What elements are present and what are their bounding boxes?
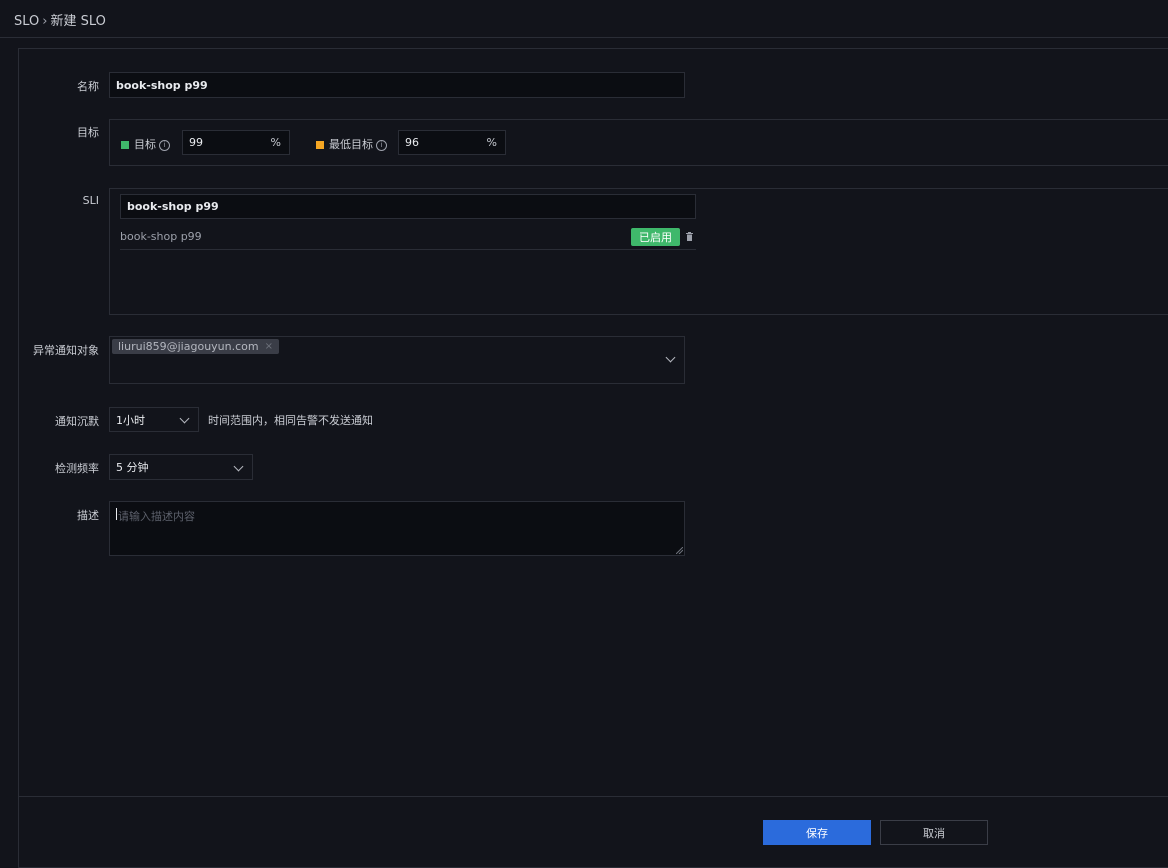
form-panel: 名称 book-shop p99 目标 目标 i 99 % 最低目标 i 96 % … bbox=[18, 48, 1168, 868]
notify-target-label: 异常通知对象 bbox=[33, 344, 99, 357]
goal-value: 99 bbox=[189, 136, 203, 149]
chevron-down-icon bbox=[233, 461, 244, 472]
breadcrumb-root[interactable]: SLO bbox=[14, 14, 39, 29]
name-input[interactable]: book-shop p99 bbox=[109, 72, 685, 98]
goal-label: 目标 bbox=[134, 138, 156, 151]
frequency-label: 检测频率 bbox=[55, 462, 99, 475]
goal-color-square bbox=[121, 141, 129, 149]
target-box: 目标 i 99 % 最低目标 i 96 % bbox=[109, 119, 1168, 166]
cancel-button[interactable]: 取消 bbox=[880, 820, 988, 845]
silence-label: 通知沉默 bbox=[55, 415, 99, 428]
breadcrumb-current: 新建 SLO bbox=[50, 14, 106, 29]
close-icon[interactable]: × bbox=[265, 341, 273, 352]
description-placeholder: 请输入描述内容 bbox=[118, 510, 195, 523]
frequency-value: 5 分钟 bbox=[116, 461, 149, 474]
info-icon[interactable]: i bbox=[159, 139, 170, 151]
info-icon[interactable]: i bbox=[376, 139, 387, 151]
chevron-down-icon bbox=[665, 352, 676, 363]
breadcrumb: SLO › 新建 SLO bbox=[14, 10, 106, 29]
footer-divider bbox=[19, 796, 1168, 797]
trash-icon[interactable] bbox=[686, 231, 693, 244]
silence-hint: 时间范围内，相同告警不发送通知 bbox=[208, 414, 373, 427]
text-cursor bbox=[116, 508, 117, 520]
chevron-down-icon bbox=[179, 413, 190, 424]
email-tag: liurui859@jiagouyun.com × bbox=[112, 339, 280, 354]
description-textarea[interactable]: 请输入描述内容 bbox=[109, 501, 685, 556]
sli-item-name: book-shop p99 bbox=[120, 230, 202, 243]
goal-label-group: 目标 i bbox=[121, 136, 170, 152]
min-goal-label-group: 最低目标 i bbox=[316, 136, 387, 152]
goal-unit: % bbox=[270, 136, 281, 149]
resize-handle-icon[interactable] bbox=[676, 547, 683, 554]
silence-value: 1小时 bbox=[116, 413, 145, 427]
description-label: 描述 bbox=[77, 509, 99, 522]
status-badge: 已启用 bbox=[631, 228, 680, 246]
sli-search-input[interactable]: book-shop p99 bbox=[120, 194, 696, 219]
silence-select[interactable]: 1小时 bbox=[109, 407, 199, 432]
min-goal-value: 96 bbox=[405, 136, 419, 149]
notify-target-select[interactable]: liurui859@jiagouyun.com × bbox=[109, 336, 685, 384]
sli-label: SLI bbox=[82, 194, 99, 207]
list-item[interactable]: book-shop p99 已启用 bbox=[120, 223, 696, 250]
top-bar: SLO › 新建 SLO bbox=[0, 0, 1168, 38]
min-goal-label: 最低目标 bbox=[329, 138, 373, 151]
min-goal-unit: % bbox=[486, 136, 497, 149]
name-label: 名称 bbox=[77, 80, 99, 93]
sli-box: book-shop p99 book-shop p99 已启用 bbox=[109, 188, 1168, 315]
save-button[interactable]: 保存 bbox=[763, 820, 871, 845]
frequency-select[interactable]: 5 分钟 bbox=[109, 454, 253, 480]
email-tag-text: liurui859@jiagouyun.com bbox=[118, 340, 259, 353]
goal-input[interactable]: 99 % bbox=[182, 130, 290, 155]
target-label: 目标 bbox=[77, 126, 99, 139]
min-goal-color-square bbox=[316, 141, 324, 149]
min-goal-input[interactable]: 96 % bbox=[398, 130, 506, 155]
breadcrumb-separator: › bbox=[42, 14, 48, 29]
